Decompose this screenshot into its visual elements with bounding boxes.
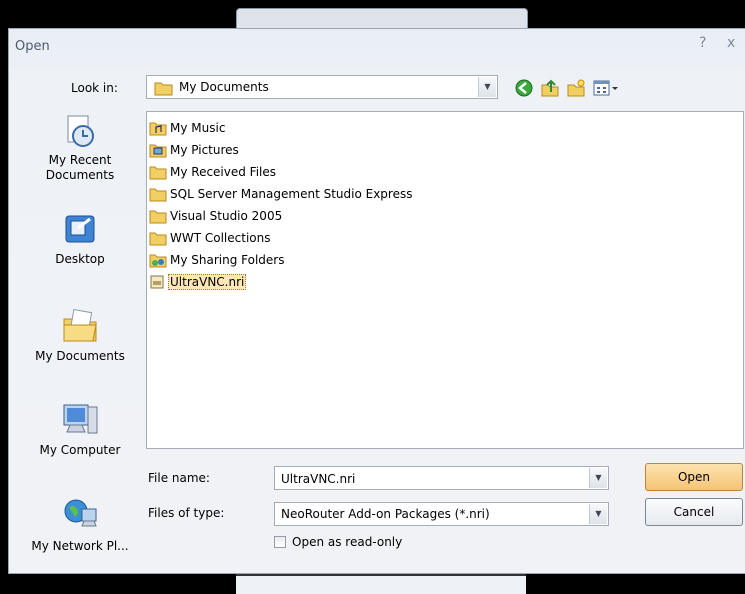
file-list[interactable]: My Music My Pictures My Received Files S… (146, 111, 744, 449)
list-item[interactable]: My Sharing Folders (149, 250, 285, 270)
list-item-selected[interactable]: UltraVNC.nri (149, 272, 247, 292)
file-name: SQL Server Management Studio Express (170, 187, 413, 201)
chevron-down-icon[interactable]: ▼ (478, 77, 496, 97)
new-folder-icon[interactable] (566, 78, 586, 98)
look-in-value: My Documents (179, 80, 269, 94)
back-icon[interactable] (514, 78, 534, 98)
file-name: My Received Files (170, 165, 277, 179)
up-folder-icon[interactable] (540, 78, 560, 98)
recent-documents-icon (67, 115, 94, 147)
folder-icon (149, 210, 167, 224)
list-item[interactable]: My Pictures (149, 140, 239, 160)
read-only-checkbox[interactable] (274, 536, 286, 548)
place-label: My Network Pl... (31, 539, 129, 553)
file-type-label: Files of type: (148, 506, 225, 520)
file-name: My Pictures (170, 143, 239, 157)
list-item[interactable]: Visual Studio 2005 (149, 206, 282, 226)
file-name-label: File name: (148, 471, 210, 485)
folder-icon (149, 232, 167, 246)
file-name: Visual Studio 2005 (170, 209, 283, 223)
place-my-recent-documents[interactable]: My Recent Documents (19, 113, 141, 183)
views-menu-icon[interactable] (592, 78, 620, 98)
place-my-documents[interactable]: My Documents (19, 305, 141, 364)
folder-icon (149, 188, 167, 202)
place-my-computer[interactable]: My Computer (19, 399, 141, 458)
pictures-folder-icon (149, 144, 167, 158)
file-name: UltraVNC.nri (168, 274, 247, 290)
file-type-select[interactable]: NeoRouter Add-on Packages (*.nri) ▼ (274, 502, 609, 526)
open-dialog: Open ? x Look in: My Documents ▼ My Rece… (8, 28, 745, 574)
chevron-down-icon[interactable]: ▼ (589, 504, 607, 524)
file-type-value: NeoRouter Add-on Packages (*.nri) (281, 507, 490, 521)
file-name-field[interactable]: ▼ (274, 466, 609, 491)
place-label: My Documents (35, 349, 125, 363)
folder-icon (149, 166, 167, 180)
list-item[interactable]: SQL Server Management Studio Express (149, 184, 412, 204)
dialog-titlebar[interactable]: Open ? x (9, 29, 745, 63)
help-button[interactable]: ? (699, 35, 706, 51)
file-name: My Sharing Folders (170, 253, 285, 267)
file-name: WWT Collections (170, 231, 271, 245)
desktop-icon (65, 215, 95, 243)
folder-icon (154, 82, 173, 96)
background-window-bottom (236, 574, 526, 594)
read-only-option[interactable]: Open as read-only (274, 535, 402, 549)
sharing-folder-icon (149, 254, 167, 268)
open-button[interactable]: Open (645, 463, 743, 491)
chevron-down-icon[interactable]: ▼ (589, 468, 607, 488)
look-in-combo[interactable]: My Documents ▼ (146, 75, 498, 99)
music-folder-icon (149, 122, 167, 136)
list-item[interactable]: WWT Collections (149, 228, 270, 248)
dialog-title: Open (15, 39, 50, 54)
place-label: My Recent Documents (45, 153, 115, 182)
my-documents-icon (63, 309, 97, 342)
cancel-button[interactable]: Cancel (645, 498, 743, 526)
file-name: My Music (170, 121, 226, 135)
look-in-label: Look in: (71, 81, 118, 95)
my-computer-icon (63, 404, 98, 434)
place-my-network-places[interactable]: My Network Pl... (19, 495, 141, 554)
nri-file-icon (150, 275, 164, 289)
place-label: My Computer (39, 443, 121, 457)
place-label: Desktop (55, 252, 105, 266)
places-bar: My Recent Documents Desktop My Documents (19, 107, 141, 573)
read-only-label: Open as read-only (292, 535, 403, 549)
list-item[interactable]: My Received Files (149, 162, 276, 182)
close-button[interactable]: x (727, 35, 735, 51)
list-item[interactable]: My Music (149, 118, 225, 138)
place-desktop[interactable]: Desktop (19, 212, 141, 267)
file-name-input[interactable] (275, 467, 593, 491)
network-places-icon (64, 499, 97, 527)
